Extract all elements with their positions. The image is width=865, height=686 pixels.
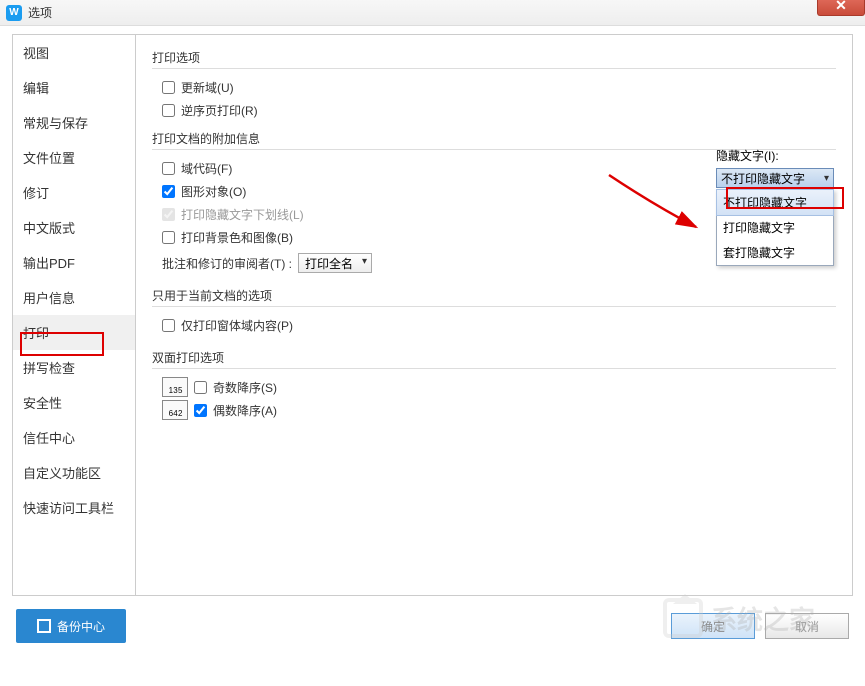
checkbox-odd-desc[interactable] <box>194 381 207 394</box>
sidebar-item-quick-access[interactable]: 快速访问工具栏 <box>13 490 135 525</box>
hidden-text-opt-0[interactable]: 不打印隐藏文字 <box>716 189 834 216</box>
checkbox-form-only[interactable] <box>162 319 175 332</box>
sidebar-item-spellcheck[interactable]: 拼写检查 <box>13 350 135 385</box>
section-current-doc: 只用于当前文档的选项 <box>152 287 836 304</box>
section-print-options: 打印选项 <box>152 49 836 66</box>
app-icon: W <box>6 5 22 21</box>
sidebar-item-file-location[interactable]: 文件位置 <box>13 140 135 175</box>
reviewer-combo[interactable]: 打印全名 <box>298 253 372 273</box>
checkbox-field-code[interactable] <box>162 162 175 175</box>
sidebar-item-user-info[interactable]: 用户信息 <box>13 280 135 315</box>
titlebar: W 选项 ✕ <box>0 0 865 26</box>
sidebar-item-edit[interactable]: 编辑 <box>13 70 135 105</box>
opt-update-field[interactable]: 更新域(U) <box>162 77 836 97</box>
opt-even-desc[interactable]: 6 4 2 偶数降序(A) <box>162 400 836 420</box>
checkbox-reverse-print[interactable] <box>162 104 175 117</box>
sidebar-item-output-pdf[interactable]: 输出PDF <box>13 245 135 280</box>
sidebar: 视图 编辑 常规与保存 文件位置 修订 中文版式 输出PDF 用户信息 打印 拼… <box>12 34 136 596</box>
hidden-text-label: 隐藏文字(I): <box>716 147 840 164</box>
window-title: 选项 <box>28 4 52 21</box>
footer: 备份中心 确定 取消 系统之家 <box>0 596 865 656</box>
odd-pages-icon: 1 3 5 <box>162 377 188 397</box>
sidebar-item-view[interactable]: 视图 <box>13 35 135 70</box>
section-doc-attach: 打印文档的附加信息 <box>152 130 836 147</box>
hidden-text-opt-1[interactable]: 打印隐藏文字 <box>717 215 833 240</box>
checkbox-update-field[interactable] <box>162 81 175 94</box>
sidebar-item-general-save[interactable]: 常规与保存 <box>13 105 135 140</box>
sidebar-item-custom-ribbon[interactable]: 自定义功能区 <box>13 455 135 490</box>
cancel-button[interactable]: 取消 <box>765 613 849 639</box>
opt-odd-desc[interactable]: 1 3 5 奇数降序(S) <box>162 377 836 397</box>
ok-button[interactable]: 确定 <box>671 613 755 639</box>
sidebar-item-security[interactable]: 安全性 <box>13 385 135 420</box>
opt-reverse-print[interactable]: 逆序页打印(R) <box>162 100 836 120</box>
section-duplex: 双面打印选项 <box>152 349 836 366</box>
hidden-text-combo[interactable]: 不打印隐藏文字 <box>716 168 834 188</box>
checkbox-background[interactable] <box>162 231 175 244</box>
checkbox-hidden-underline <box>162 208 175 221</box>
opt-form-only[interactable]: 仅打印窗体域内容(P) <box>162 315 836 335</box>
checkbox-graphics[interactable] <box>162 185 175 198</box>
hidden-text-dropdown: 不打印隐藏文字 打印隐藏文字 套打隐藏文字 <box>716 189 834 266</box>
even-pages-icon: 6 4 2 <box>162 400 188 420</box>
checkbox-even-desc[interactable] <box>194 404 207 417</box>
sidebar-item-print[interactable]: 打印 <box>13 315 135 350</box>
sidebar-item-trust-center[interactable]: 信任中心 <box>13 420 135 455</box>
backup-center-button[interactable]: 备份中心 <box>16 609 126 643</box>
backup-icon <box>37 619 51 633</box>
content-panel: 打印选项 更新域(U) 逆序页打印(R) 打印文档的附加信息 域代码(F) 图形… <box>136 34 853 596</box>
hidden-text-opt-2[interactable]: 套打隐藏文字 <box>717 240 833 265</box>
sidebar-item-chinese-layout[interactable]: 中文版式 <box>13 210 135 245</box>
sidebar-item-revision[interactable]: 修订 <box>13 175 135 210</box>
close-button[interactable]: ✕ <box>817 0 865 16</box>
hidden-text-block: 隐藏文字(I): 不打印隐藏文字 不打印隐藏文字 打印隐藏文字 套打隐藏文字 <box>716 147 840 266</box>
